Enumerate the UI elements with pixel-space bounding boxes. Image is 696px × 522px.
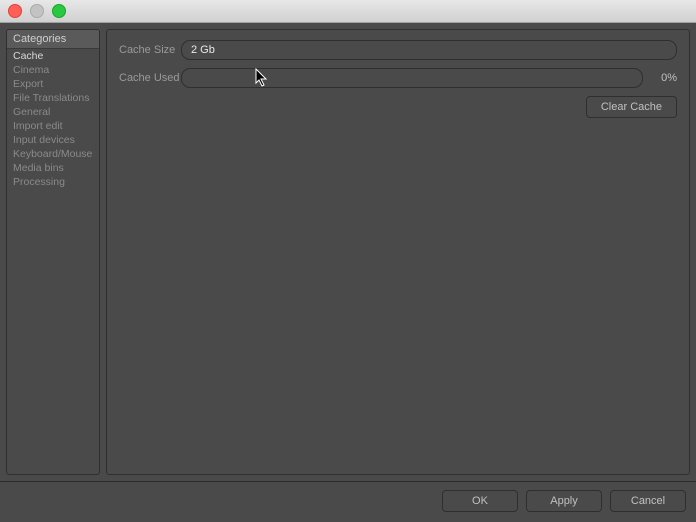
traffic-lights	[8, 4, 66, 18]
sidebar-item-input-devices[interactable]: Input devices	[7, 133, 99, 147]
preferences-window: Categories CacheCinemaExportFile Transla…	[0, 0, 696, 522]
cache-used-percent: 0%	[649, 72, 677, 84]
sidebar-item-media-bins[interactable]: Media bins	[7, 161, 99, 175]
sidebar-item-keyboard-mouse[interactable]: Keyboard/Mouse	[7, 147, 99, 161]
cache-size-input[interactable]	[181, 40, 677, 60]
window-body: Categories CacheCinemaExportFile Transla…	[0, 23, 696, 522]
sidebar-item-import-edit[interactable]: Import edit	[7, 119, 99, 133]
cache-size-label: Cache Size	[119, 44, 181, 56]
ok-button[interactable]: OK	[442, 490, 518, 512]
apply-button[interactable]: Apply	[526, 490, 602, 512]
cache-used-progress	[181, 68, 643, 88]
zoom-icon[interactable]	[52, 4, 66, 18]
dialog-footer: OK Apply Cancel	[0, 481, 696, 522]
content-row: Categories CacheCinemaExportFile Transla…	[0, 23, 696, 481]
window-titlebar	[0, 0, 696, 23]
sidebar-item-processing[interactable]: Processing	[7, 175, 99, 189]
cache-used-label: Cache Used	[119, 72, 181, 84]
categories-sidebar: Categories CacheCinemaExportFile Transla…	[6, 29, 100, 475]
clear-cache-button[interactable]: Clear Cache	[586, 96, 677, 118]
sidebar-item-general[interactable]: General	[7, 105, 99, 119]
settings-panel: Cache Size Cache Used 0% Clear Cache	[106, 29, 690, 475]
sidebar-item-export[interactable]: Export	[7, 77, 99, 91]
sidebar-header: Categories	[7, 30, 99, 49]
cache-size-row: Cache Size	[119, 40, 677, 60]
sidebar-list: CacheCinemaExportFile TranslationsGenera…	[7, 49, 99, 474]
minimize-icon[interactable]	[30, 4, 44, 18]
sidebar-item-cinema[interactable]: Cinema	[7, 63, 99, 77]
cache-used-row: Cache Used 0%	[119, 68, 677, 88]
sidebar-item-cache[interactable]: Cache	[7, 49, 99, 63]
clear-cache-row: Clear Cache	[119, 96, 677, 118]
sidebar-item-file-translations[interactable]: File Translations	[7, 91, 99, 105]
close-icon[interactable]	[8, 4, 22, 18]
cancel-button[interactable]: Cancel	[610, 490, 686, 512]
